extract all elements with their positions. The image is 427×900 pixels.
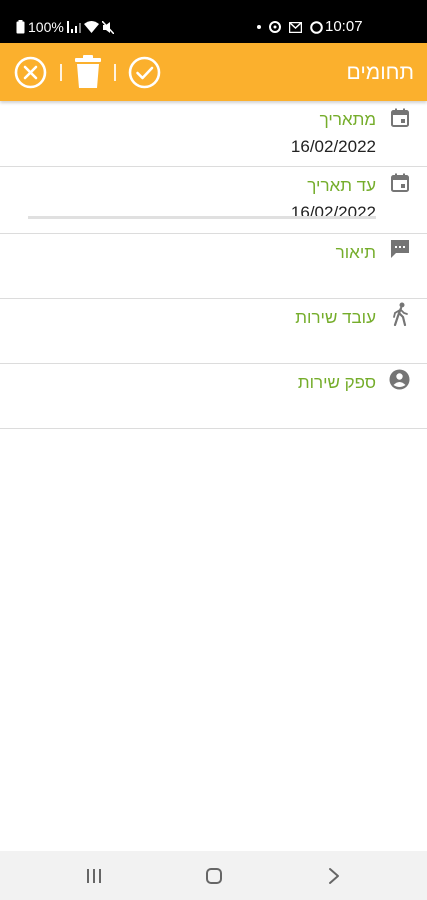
service-provider-label: ספק שירות	[297, 373, 376, 392]
to-date-row[interactable]: עד תאריך 16/02/2022	[0, 167, 427, 234]
toolbar-separator	[60, 64, 62, 81]
service-employee-row[interactable]: עובד שירות	[0, 299, 427, 364]
service-provider-row[interactable]: ספק שירות	[0, 364, 427, 429]
cancel-icon[interactable]	[14, 56, 47, 89]
toolbar-separator	[114, 64, 116, 81]
app-bar: תחומים	[0, 43, 427, 101]
signal-icon	[66, 21, 81, 33]
confirm-icon[interactable]	[128, 56, 161, 89]
page-title: תחומים	[346, 61, 415, 84]
mail-notification-icon	[289, 21, 302, 33]
wifi-icon	[83, 21, 99, 33]
home-button[interactable]	[194, 851, 234, 900]
circle-notification-icon	[310, 20, 323, 34]
back-chevron-icon	[329, 867, 339, 884]
notification-dot-icon	[257, 25, 261, 29]
from-date-value[interactable]: 16/02/2022	[291, 137, 376, 157]
recent-apps-icon	[87, 868, 101, 883]
back-button[interactable]	[314, 851, 354, 900]
calendar-icon	[391, 173, 409, 192]
to-date-label: עד תאריך	[307, 176, 376, 195]
status-right	[257, 17, 323, 37]
comment-icon	[391, 240, 409, 258]
description-label: תיאור	[335, 243, 376, 262]
walking-person-icon	[393, 302, 408, 326]
delete-icon[interactable]	[73, 55, 103, 89]
recent-apps-button[interactable]	[74, 851, 114, 900]
account-circle-icon	[389, 369, 410, 390]
from-date-label: מתאריך	[319, 110, 376, 129]
battery-percent: 100%	[28, 19, 64, 35]
status-left: 100%	[16, 17, 114, 37]
input-underline	[28, 216, 376, 219]
settings-notification-icon	[269, 21, 281, 33]
battery-icon	[16, 20, 25, 34]
calendar-icon	[391, 108, 409, 127]
from-date-row[interactable]: מתאריך 16/02/2022	[0, 101, 427, 167]
home-icon	[206, 867, 222, 884]
system-navigation-bar	[0, 851, 427, 900]
service-employee-label: עובד שירות	[295, 308, 376, 327]
status-bar: 100% 10:07	[0, 0, 427, 43]
description-row[interactable]: תיאור	[0, 234, 427, 299]
clock: 10:07	[325, 18, 363, 35]
to-date-value[interactable]: 16/02/2022	[291, 203, 376, 223]
mute-icon	[101, 20, 114, 34]
